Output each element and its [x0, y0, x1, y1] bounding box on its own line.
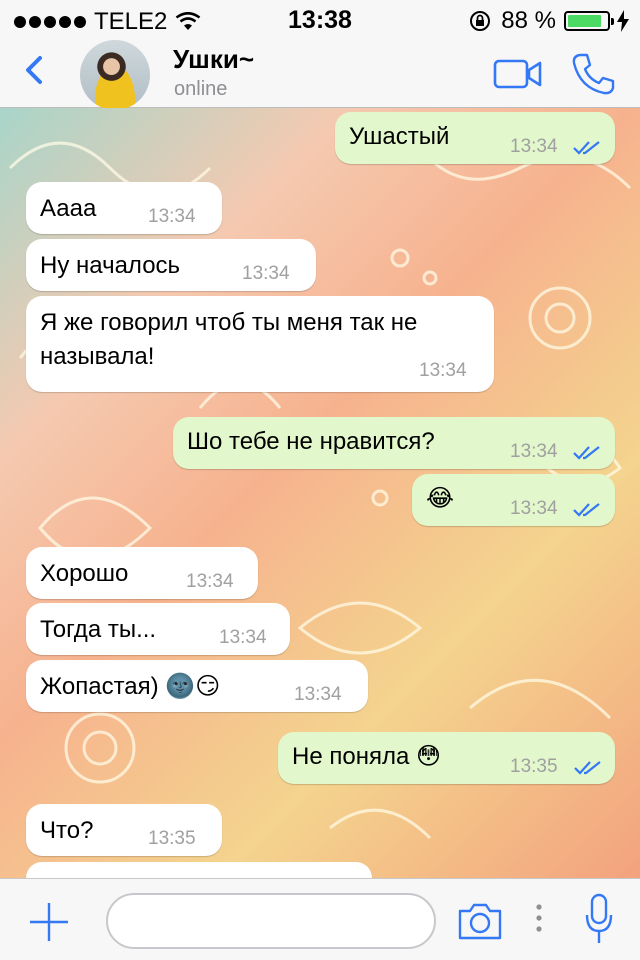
message-text: Аааа	[40, 195, 97, 222]
message-incoming[interactable]: Что? 13:35	[26, 804, 222, 856]
message-text: Ну началось	[40, 252, 181, 279]
phone-icon[interactable]	[570, 52, 616, 96]
double-check-icon	[573, 446, 600, 460]
message-input[interactable]	[106, 893, 436, 949]
video-camera-icon[interactable]	[493, 58, 543, 90]
contact-name[interactable]: Ушки~	[173, 44, 254, 75]
message-time: 13:34	[219, 627, 267, 648]
chat-header: Ушки~ online	[0, 40, 640, 110]
message-time: 13:34	[186, 571, 234, 592]
message-time: 13:35	[148, 828, 196, 849]
message-text: Что?	[40, 817, 94, 844]
message-text: Шо тебе не нравится?	[187, 428, 435, 455]
message-text: Ушастый	[349, 123, 450, 150]
message-text: Я же говорил чтоб ты меня так не называл…	[40, 309, 418, 370]
double-check-icon	[573, 503, 600, 517]
rotation-lock-icon	[470, 11, 491, 31]
message-incoming-partial[interactable]	[26, 862, 372, 878]
microphone-icon[interactable]	[584, 893, 614, 945]
camera-icon[interactable]	[456, 901, 504, 941]
message-time: 13:34	[294, 684, 342, 705]
contact-status: online	[174, 78, 228, 100]
message-incoming[interactable]: Аааа 13:34	[26, 182, 222, 234]
double-check-icon	[574, 761, 601, 775]
input-bar	[0, 878, 640, 960]
message-outgoing[interactable]: Ушастый 13:34	[335, 112, 615, 164]
message-time: 13:34	[510, 498, 558, 519]
message-text: 😂	[426, 485, 455, 512]
message-incoming[interactable]: Хорошо 13:34	[26, 547, 258, 599]
status-bar: TELE2 13:38 88 %	[0, 0, 640, 40]
message-incoming[interactable]: Тогда ты... 13:34	[26, 603, 290, 655]
message-outgoing[interactable]: 😂 13:34	[412, 474, 615, 526]
message-incoming[interactable]: Я же говорил чтоб ты меня так не называл…	[26, 296, 494, 392]
message-time: 13:35	[510, 756, 558, 777]
message-outgoing[interactable]: Шо тебе не нравится? 13:34	[173, 417, 615, 469]
message-incoming[interactable]: Ну началось 13:34	[26, 239, 316, 291]
more-dots-icon[interactable]	[535, 903, 543, 933]
double-check-icon	[573, 141, 600, 155]
message-incoming[interactable]: Жопастая) 🌚😏 13:34	[26, 660, 368, 712]
message-time: 13:34	[419, 360, 467, 381]
message-text: Тогда ты...	[40, 616, 157, 643]
battery-percent: 88 %	[501, 7, 556, 34]
back-chevron-icon[interactable]	[16, 50, 56, 90]
message-time: 13:34	[148, 206, 196, 227]
message-time: 13:34	[510, 136, 558, 157]
message-outgoing[interactable]: Не поняла 😳 13:35	[278, 732, 615, 784]
battery-icon	[564, 11, 614, 31]
message-text: Не поняла 😳	[292, 743, 441, 770]
avatar[interactable]	[80, 40, 150, 110]
message-text: Жопастая) 🌚😏	[40, 673, 221, 700]
battery-status: 88 %	[469, 7, 630, 35]
message-time: 13:34	[510, 441, 558, 462]
chat-area[interactable]: Ушастый 13:34 Аааа 13:34 Ну началось 13:…	[0, 108, 640, 878]
message-time: 13:34	[242, 263, 290, 284]
battery-level	[568, 15, 602, 27]
charging-icon	[617, 10, 629, 32]
message-text: Хорошо	[40, 560, 129, 587]
plus-icon[interactable]	[28, 901, 70, 943]
